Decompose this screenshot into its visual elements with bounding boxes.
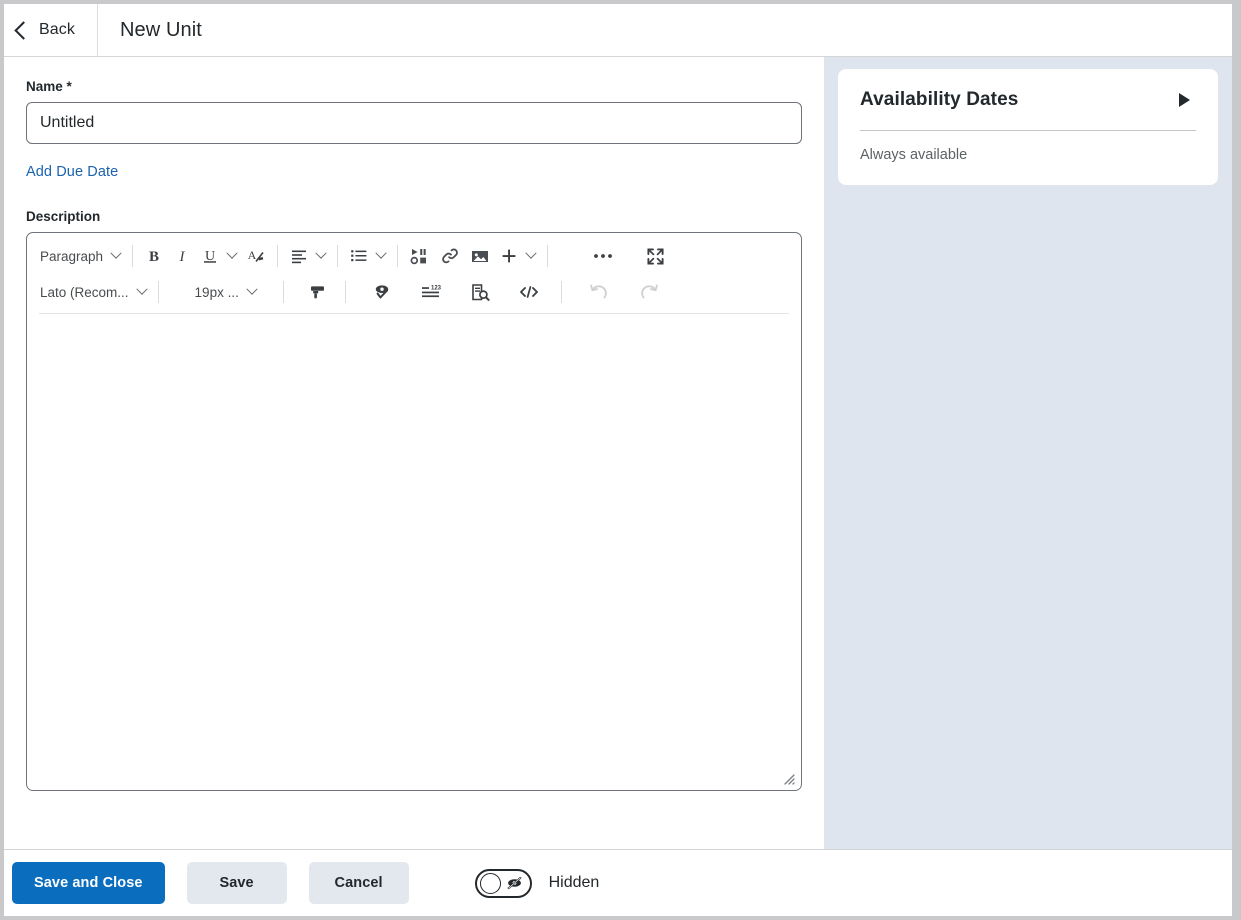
underline-icon: U (201, 247, 219, 265)
svg-text:I: I (179, 249, 186, 265)
editor-toolbar-row-1: Paragraph B I U A (27, 239, 801, 273)
required-marker: * (66, 79, 72, 94)
page-scrollbar[interactable] (1226, 57, 1232, 849)
undo-button[interactable] (583, 278, 614, 306)
format-painter-icon (308, 283, 328, 301)
font-size-label: 19px ... (194, 284, 239, 300)
bold-icon: B (145, 247, 163, 265)
toolbar-separator (157, 281, 159, 303)
name-input[interactable] (26, 102, 802, 144)
word-count-button[interactable] (465, 278, 495, 306)
page-title: New Unit (119, 18, 202, 41)
accessibility-check-icon (372, 283, 392, 301)
expand-icon (646, 247, 665, 266)
underline-button[interactable]: U (196, 242, 241, 270)
toolbar-separator (547, 245, 549, 267)
insert-image-button[interactable] (465, 242, 495, 270)
main-content: Name * Add Due Date Description Paragrap… (4, 57, 824, 849)
paragraph-style-label: Paragraph (40, 248, 104, 264)
visibility-toggle-switch[interactable] (474, 868, 532, 898)
redo-icon (639, 283, 660, 302)
chevron-down-icon (525, 247, 537, 259)
cancel-button[interactable]: Cancel (308, 862, 409, 904)
back-button[interactable]: Back (4, 4, 98, 56)
undo-icon (588, 283, 609, 302)
availability-status: Always available (860, 147, 968, 163)
availability-panel: Availability Dates Always available (824, 57, 1232, 849)
italic-icon: I (173, 247, 191, 265)
svg-text:A: A (248, 248, 257, 262)
svg-text:B: B (149, 249, 159, 265)
toolbar-divider (39, 313, 789, 314)
accessibility-checker-button[interactable] (367, 278, 397, 306)
toolbar-separator (344, 281, 346, 303)
save-and-close-button[interactable]: Save and Close (12, 862, 165, 904)
media-icon (410, 247, 430, 265)
toolbar-separator (282, 281, 284, 303)
font-family-label: Lato (Recom... (40, 284, 129, 300)
description-label: Description (26, 209, 101, 224)
image-icon (470, 247, 490, 265)
name-label-text: Name (26, 79, 63, 94)
equation-icon: 123 (420, 283, 442, 301)
word-count-icon (470, 283, 490, 302)
paragraph-style-select[interactable]: Paragraph (35, 242, 125, 270)
back-button-label: Back (39, 21, 75, 38)
font-family-select[interactable]: Lato (Recom... (35, 278, 151, 306)
availability-dates-card: Availability Dates Always available (838, 69, 1218, 185)
toolbar-separator (560, 281, 562, 303)
chevron-down-icon (246, 283, 258, 295)
clear-formatting-button[interactable]: A (241, 242, 270, 270)
overflow-menu-button[interactable] (587, 242, 619, 270)
svg-text:123: 123 (431, 285, 442, 291)
save-button[interactable]: Save (186, 862, 287, 904)
fullscreen-button[interactable] (641, 242, 670, 270)
toggle-knob (479, 872, 501, 894)
card-divider (860, 130, 1196, 131)
align-left-icon (290, 247, 308, 265)
insert-media-button[interactable] (405, 242, 435, 270)
name-field-label: Name * (26, 79, 802, 94)
new-unit-page: Back New Unit Name * Add Due Date Descri… (0, 0, 1241, 920)
chevron-down-icon (226, 247, 238, 259)
ellipsis-icon (592, 247, 614, 265)
add-due-date-link[interactable]: Add Due Date (26, 164, 118, 180)
link-icon (440, 247, 460, 265)
plus-icon (500, 247, 518, 265)
availability-dates-title: Availability Dates (860, 89, 1019, 110)
toolbar-separator (397, 245, 399, 267)
description-editor: Paragraph B I U A Lato (Recom... 19px ..… (26, 232, 802, 791)
italic-button[interactable]: I (168, 242, 196, 270)
toolbar-separator (337, 245, 339, 267)
code-icon (518, 283, 540, 301)
chevron-down-icon (110, 247, 122, 259)
bulleted-list-icon (350, 247, 368, 265)
html-source-button[interactable] (513, 278, 545, 306)
editor-toolbar-row-2: Lato (Recom... 19px ... 123 (27, 275, 801, 309)
chevron-left-icon (14, 21, 33, 40)
toolbar-separator (277, 245, 279, 267)
insert-more-button[interactable] (495, 242, 540, 270)
chevron-down-icon (375, 247, 387, 259)
visibility-toggle[interactable]: Hidden (474, 868, 600, 898)
bold-button[interactable]: B (140, 242, 168, 270)
toolbar-separator (132, 245, 134, 267)
format-painter-button[interactable] (303, 278, 333, 306)
redo-button[interactable] (634, 278, 665, 306)
chevron-down-icon (135, 283, 148, 295)
page-header: Back New Unit (4, 4, 1232, 57)
description-text-area[interactable] (28, 319, 800, 789)
action-bar: Save and Close Save Cancel Hidden (4, 849, 1232, 916)
clear-formatting-icon: A (246, 247, 265, 265)
insert-link-button[interactable] (435, 242, 465, 270)
eye-hidden-icon (505, 874, 524, 893)
align-button[interactable] (285, 242, 330, 270)
list-button[interactable] (345, 242, 390, 270)
font-size-select[interactable]: 19px ... (190, 278, 261, 306)
equation-button[interactable]: 123 (415, 278, 447, 306)
chevron-down-icon (315, 247, 327, 259)
triangle-right-icon[interactable] (1179, 93, 1190, 107)
visibility-toggle-label: Hidden (548, 874, 600, 891)
availability-dates-header[interactable]: Availability Dates (860, 89, 1196, 111)
